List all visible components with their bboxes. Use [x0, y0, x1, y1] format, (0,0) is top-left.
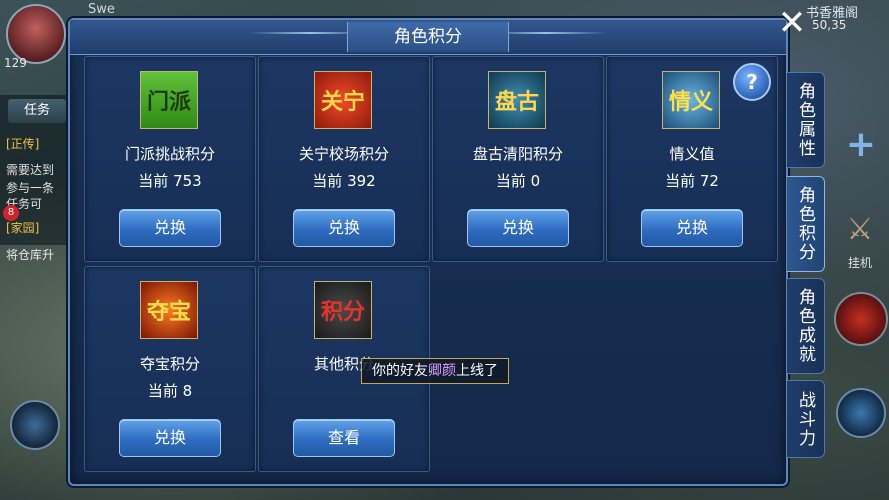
swords-icon[interactable]: ⚔	[840, 212, 880, 252]
toast-suffix: 上线了	[456, 363, 498, 379]
notification-badge: 8	[3, 205, 19, 221]
help-button[interactable]: ?	[733, 63, 771, 101]
toast-friend-name: 卿颜	[428, 363, 456, 379]
card-current-value: 当前 0	[495, 172, 541, 190]
card-name: 盘古清阳积分	[472, 145, 563, 163]
tab-character-achievements[interactable]: 角色成就	[787, 278, 825, 374]
quest-tracker[interactable]: 任务 [正传] 需要达到 参与一条 任务可 [家园]	[0, 95, 70, 245]
other-points-emblem-icon: 积分	[314, 281, 372, 339]
friend-online-toast: 你的好友卿颜上线了	[361, 358, 509, 384]
player-level: 129	[4, 56, 27, 70]
loyalty-emblem-icon: 情义	[662, 71, 720, 129]
exchange-button[interactable]: 兑换	[119, 419, 221, 457]
card-current-value: 当前 392	[312, 172, 376, 190]
card-name: 关宁校场积分	[298, 145, 389, 163]
points-card-sect: 门派 门派挑战积分 当前 753 兑换	[84, 56, 256, 262]
skill-icon[interactable]	[10, 400, 60, 450]
exchange-button[interactable]: 兑换	[293, 209, 395, 247]
exchange-button[interactable]: 兑换	[119, 209, 221, 247]
location-coords: 50,35	[812, 18, 847, 32]
skill-icon[interactable]	[836, 388, 886, 438]
quest-line: 需要达到	[6, 163, 55, 177]
close-button[interactable]: ✕	[776, 6, 808, 40]
panel-title: 角色积分	[347, 22, 509, 52]
card-name: 夺宝积分	[139, 355, 200, 373]
points-card-guanning: 关宁 关宁校场积分 当前 392 兑换	[258, 56, 430, 262]
auto-battle-label: 挂机	[848, 256, 873, 270]
plus-icon[interactable]: +	[844, 127, 878, 163]
sect-emblem-icon: 门派	[140, 71, 198, 129]
quest-line: [家园]	[6, 221, 40, 235]
toast-prefix: 你的好友	[372, 363, 428, 379]
guanning-emblem-icon: 关宁	[314, 71, 372, 129]
tab-character-attributes[interactable]: 角色属性	[787, 72, 825, 168]
pangu-emblem-icon: 盘古	[488, 71, 546, 129]
card-current-value: 当前 753	[138, 172, 202, 190]
card-name: 门派挑战积分	[124, 145, 215, 163]
tab-character-points[interactable]: 角色积分	[787, 176, 825, 272]
tab-combat-power[interactable]: 战斗力	[787, 380, 825, 458]
treasure-emblem-icon: 夺宝	[140, 281, 198, 339]
task-tab[interactable]: 任务	[8, 99, 66, 123]
exchange-button[interactable]: 兑换	[467, 209, 569, 247]
exchange-button[interactable]: 兑换	[641, 209, 743, 247]
card-current-value: 当前 8	[147, 382, 193, 400]
quest-line: 将仓库升	[6, 248, 55, 262]
points-card-treasure: 夺宝 夺宝积分 当前 8 兑换	[84, 266, 256, 472]
card-current-value: 当前 72	[665, 172, 719, 190]
panel-header: 角色积分	[70, 20, 786, 55]
points-card-pangu: 盘古 盘古清阳积分 当前 0 兑换	[432, 56, 604, 262]
skill-icon[interactable]	[834, 292, 888, 346]
player-avatar[interactable]	[6, 4, 66, 64]
card-name: 情义值	[669, 145, 715, 163]
quest-line: [正传]	[6, 137, 40, 151]
player-name: Swe	[88, 2, 115, 17]
view-button[interactable]: 查看	[293, 419, 395, 457]
quest-line: 参与一条	[6, 181, 55, 195]
